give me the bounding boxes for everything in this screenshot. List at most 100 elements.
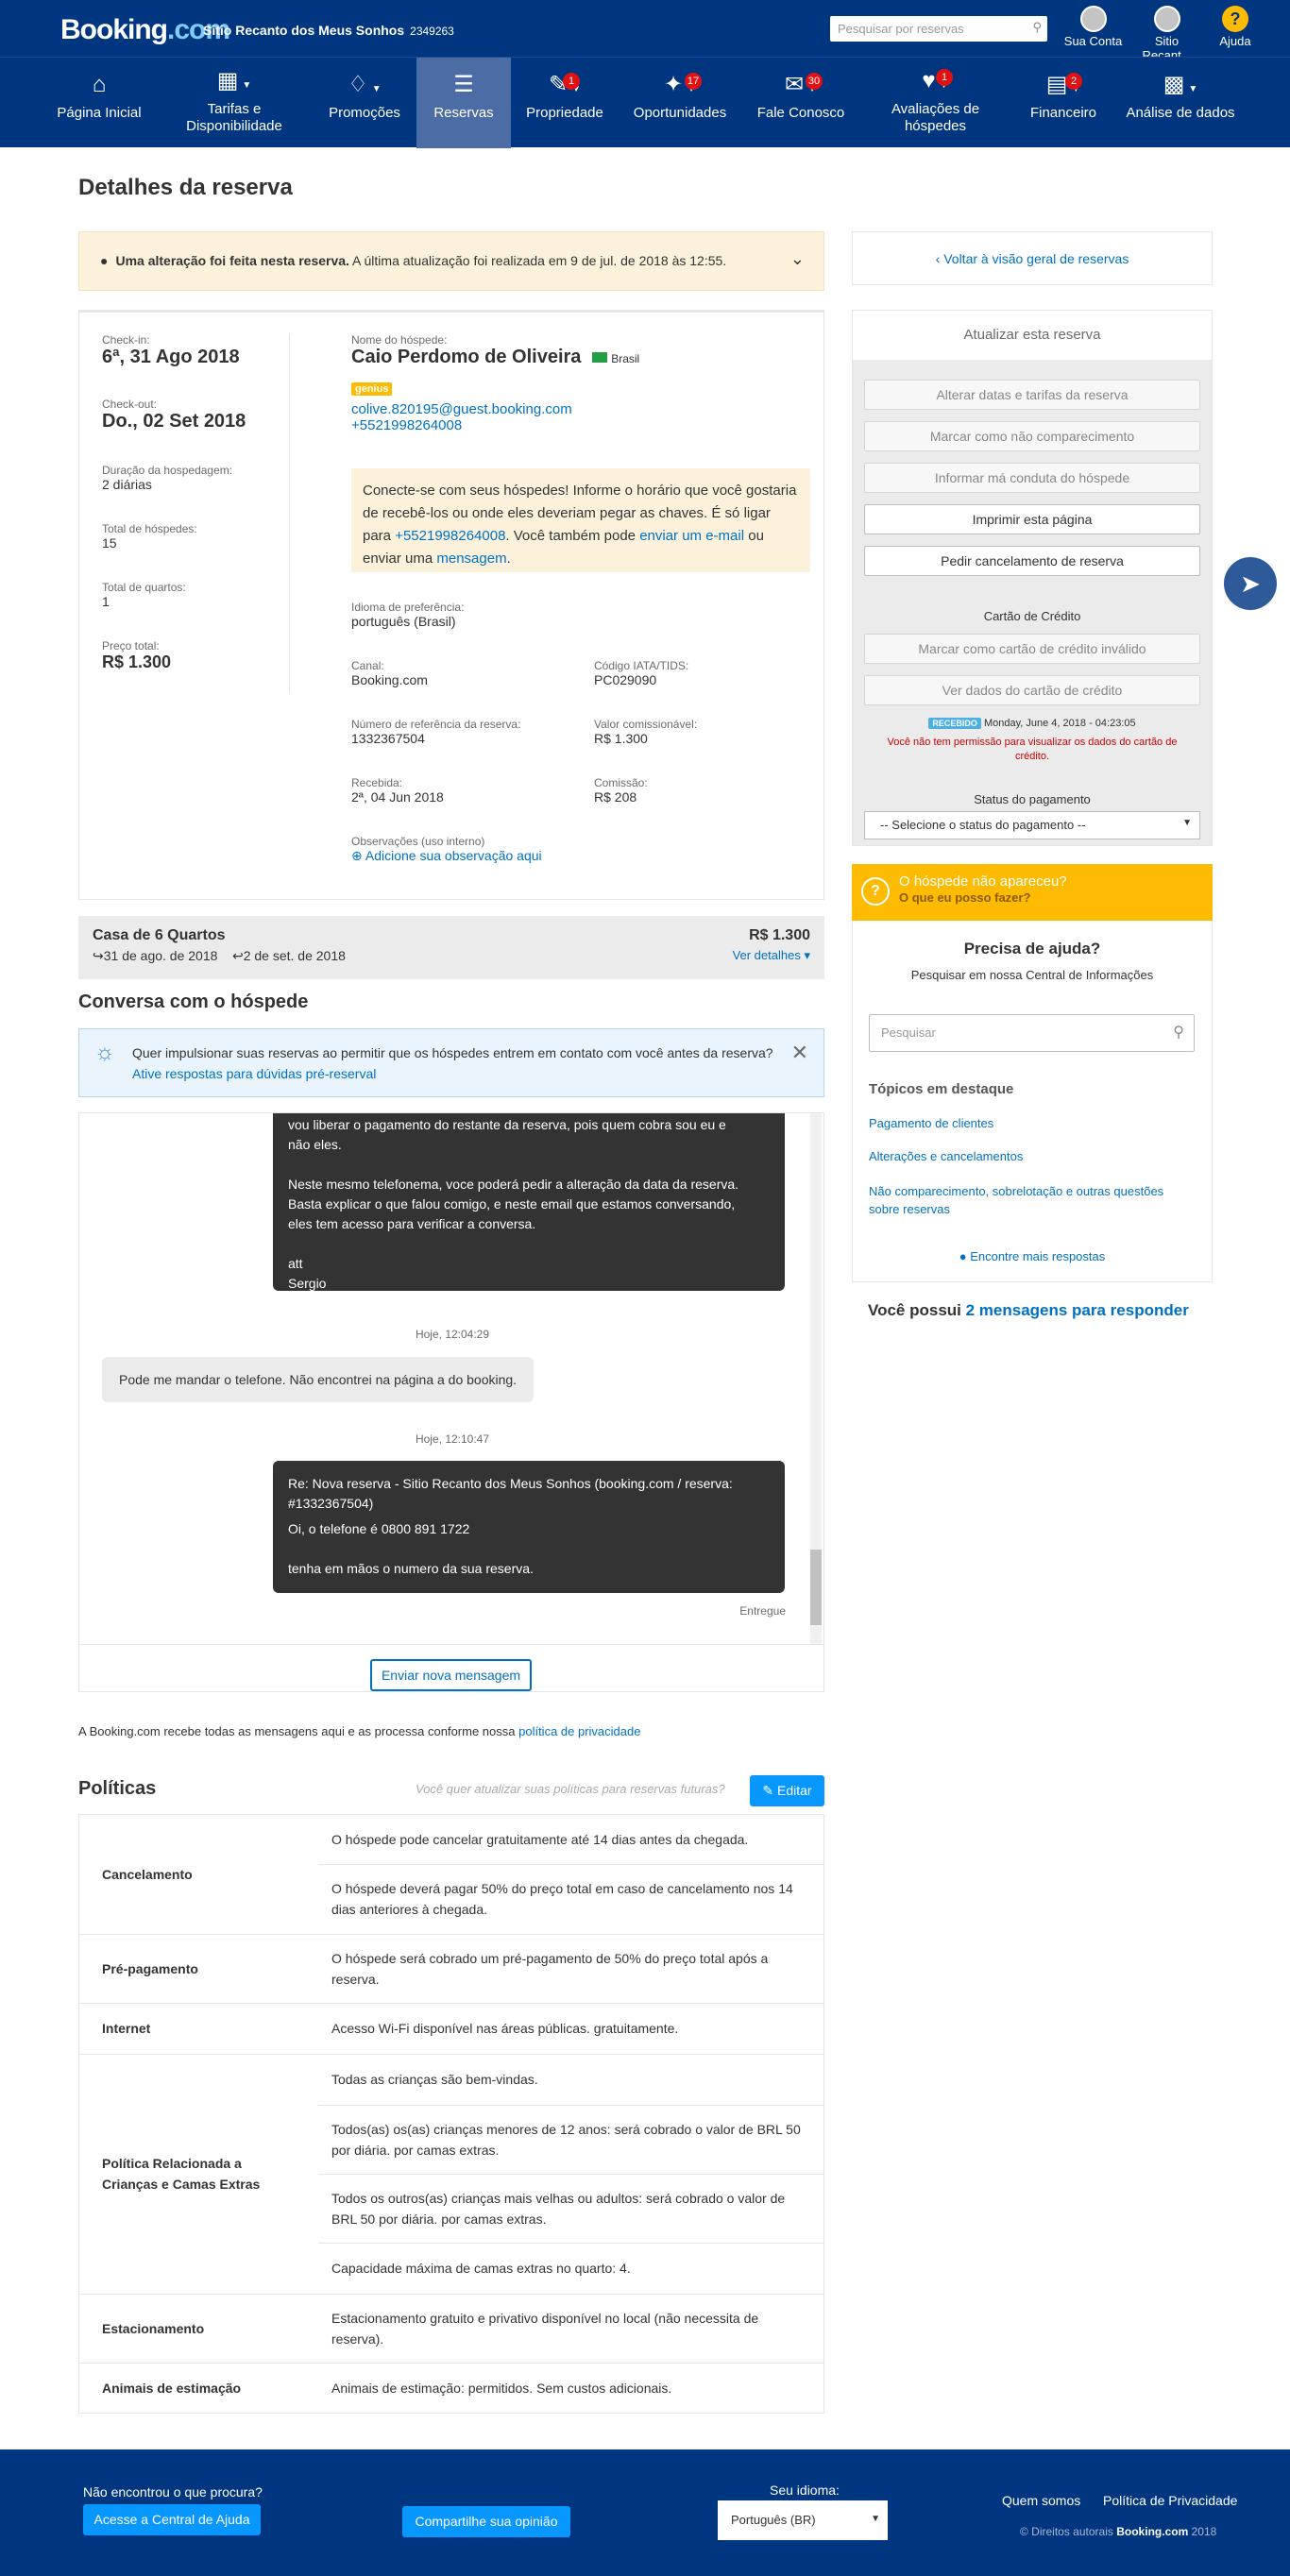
about-link[interactable]: Quem somos bbox=[1002, 2493, 1080, 2508]
reference-label: Número de referência da reserva: bbox=[351, 718, 521, 731]
commission-label: Comissão: bbox=[594, 776, 648, 789]
policy-value: Acesso Wi-Fi disponível nas áreas públic… bbox=[318, 2002, 823, 2054]
dropdown-arrow-icon: ▼ bbox=[871, 2514, 880, 2524]
print-page-button[interactable]: Imprimir esta página bbox=[864, 504, 1200, 534]
chat-scrollbar[interactable] bbox=[810, 1113, 822, 1644]
policy-value: Animais de estimação: permitidos. Sem cu… bbox=[318, 2362, 823, 2413]
room-details-link[interactable]: Ver detalhes ▾ bbox=[733, 948, 810, 963]
price-label: Preço total: bbox=[102, 639, 160, 652]
chat-thread[interactable]: vou liberar o pagamento do restante da r… bbox=[78, 1112, 824, 1645]
message-bubble: Re: Nova reserva - Sitio Recanto dos Meu… bbox=[273, 1461, 785, 1593]
view-cc-button[interactable]: Ver dados do cartão de crédito bbox=[864, 675, 1200, 705]
property-avatar-icon bbox=[1153, 6, 1180, 32]
nav-promotions[interactable]: ♢ ▼ Promoções bbox=[317, 58, 412, 148]
language-select[interactable]: Português (BR) ▼ bbox=[718, 2500, 888, 2540]
change-alert[interactable]: ● Uma alteração foi feita nesta reserva. … bbox=[78, 231, 824, 291]
more-answers-link[interactable]: ● Encontre mais respostas bbox=[853, 1249, 1212, 1263]
opportunities-badge: 17 bbox=[685, 73, 702, 90]
noshow-question: O hóspede não apareceu? bbox=[899, 873, 1067, 890]
cc-received-date: Monday, June 4, 2018 - 04:23:05 bbox=[983, 718, 1136, 729]
hotel-id: 2349263 bbox=[410, 25, 454, 38]
mark-noshow-button[interactable]: Marcar como não comparecimento bbox=[864, 421, 1200, 451]
nav-rates[interactable]: ▦ ▼ Tarifas e Disponibilidade bbox=[173, 58, 296, 148]
help-search-input[interactable]: Pesquisar ⚲ bbox=[869, 1014, 1195, 1052]
language-label: Idioma de preferência: bbox=[351, 601, 465, 614]
send-message-link[interactable]: mensagem bbox=[436, 551, 506, 567]
close-icon[interactable]: ✕ bbox=[791, 1042, 808, 1063]
privacy-note: A Booking.com recebe todas as mensagens … bbox=[78, 1724, 641, 1738]
heart-icon: ♥▼1 bbox=[876, 69, 994, 101]
nav-finance[interactable]: ▤▼2Financeiro bbox=[1016, 58, 1111, 148]
nav-home[interactable]: ⌂ Página Inicial bbox=[52, 58, 146, 148]
room-summary: Casa de 6 Quartos R$ 1.300 ↪31 de ago. d… bbox=[78, 916, 824, 979]
price-value: R$ 1.300 bbox=[102, 652, 172, 671]
send-email-link[interactable]: enviar um e-mail bbox=[639, 528, 744, 544]
divider bbox=[289, 333, 290, 692]
nav-reservations[interactable]: ☰ Reservas bbox=[416, 58, 511, 148]
chat-heading: Conversa com o hóspede bbox=[78, 991, 309, 1012]
add-note-link[interactable]: ⊕ Adicione sua observação aqui bbox=[351, 848, 542, 863]
chevron-down-icon[interactable]: ⌄ bbox=[790, 249, 805, 269]
contact-phone-link[interactable]: +5521998264008 bbox=[395, 528, 505, 544]
guest-phone-link[interactable]: +5521998264008 bbox=[351, 417, 462, 433]
share-opinion-button[interactable]: Compartilhe sua opinião bbox=[402, 2506, 570, 2537]
nav-contact[interactable]: ✉▼30Fale Conosco bbox=[749, 58, 853, 148]
help-icon: ? bbox=[1222, 6, 1248, 32]
policy-value: Estacionamento gratuito e privativo disp… bbox=[318, 2293, 823, 2363]
request-cancellation-button[interactable]: Pedir cancelamento de reserva bbox=[864, 546, 1200, 576]
rooms-value: 1 bbox=[102, 594, 110, 609]
reservation-search-input[interactable]: Pesquisar por reservas ⚲ bbox=[830, 16, 1047, 42]
lightbulb-icon: ☼ bbox=[94, 1040, 115, 1065]
table-row: Animais de estimação Animais de estimação… bbox=[79, 2362, 823, 2413]
payment-status-select[interactable]: -- Selecione o status do pagamento -- ▼ bbox=[864, 811, 1200, 839]
hotel-name: Sitio Recanto dos Meus Sonhos 2349263 bbox=[203, 23, 454, 38]
message-bubble: Pode me mandar o telefone. Não encontrei… bbox=[102, 1357, 535, 1402]
property-menu[interactable]: Sitio Recant... bbox=[1131, 6, 1202, 62]
change-dates-button[interactable]: Alterar datas e tarifas da reserva bbox=[864, 380, 1200, 410]
topic-link[interactable]: Alterações e cancelamentos bbox=[869, 1149, 1023, 1163]
iata-value: PC029090 bbox=[594, 672, 657, 687]
finance-badge: 2 bbox=[1065, 73, 1082, 90]
send-message-button[interactable]: Enviar nova mensagem bbox=[370, 1659, 532, 1691]
checkin-value: 6ª, 31 Ago 2018 bbox=[102, 347, 240, 367]
chevron-left-icon: ‹ bbox=[935, 251, 944, 266]
nav-opportunities[interactable]: ✦▼17Oportunidades bbox=[628, 58, 732, 148]
help-center-button[interactable]: Acesse a Central de Ajuda bbox=[83, 2504, 261, 2535]
nav-analytics[interactable]: ▩ ▼ Análise de dados bbox=[1119, 58, 1242, 148]
table-row: Internet Acesso Wi-Fi disponível nas área… bbox=[79, 2002, 823, 2054]
reference-value: 1332367504 bbox=[351, 731, 425, 746]
noshow-help-link[interactable]: O que eu posso fazer? bbox=[899, 890, 1030, 905]
nav-reviews[interactable]: ♥▼1Avaliações de hóspedes bbox=[876, 58, 994, 148]
question-icon: ? bbox=[861, 877, 890, 906]
pending-messages-link[interactable]: 2 mensagens para responder bbox=[966, 1301, 1189, 1319]
help-subtitle: Pesquisar em nossa Central de Informaçõe… bbox=[910, 968, 1154, 982]
privacy-policy-link[interactable]: política de privacidade bbox=[518, 1724, 640, 1738]
search-icon: ⚲ bbox=[1032, 20, 1042, 34]
table-row: Pré-pagamento O hóspede será cobrado um p… bbox=[79, 1933, 823, 2003]
edit-policies-button[interactable]: ✎ Editar bbox=[750, 1775, 824, 1806]
nav-property[interactable]: ✎ ▼ 1 Propriedade bbox=[518, 58, 612, 148]
noshow-banner: ? O hóspede não apareceu? O que eu posso… bbox=[852, 864, 1213, 921]
checkout-value: Do., 02 Set 2018 bbox=[102, 411, 246, 432]
topic-link[interactable]: Não comparecimento, sobrelotação e outra… bbox=[869, 1182, 1195, 1218]
rocket-icon[interactable]: ➤ bbox=[1224, 557, 1277, 610]
document-icon: ▤▼2 bbox=[1016, 73, 1111, 105]
home-icon: ⌂ bbox=[92, 72, 107, 97]
topic-link[interactable]: Pagamento de clientes bbox=[869, 1116, 993, 1130]
iata-label: Código IATA/TIDS: bbox=[594, 659, 689, 672]
report-misconduct-button[interactable]: Informar má conduta do hóspede bbox=[864, 463, 1200, 493]
privacy-link[interactable]: Política de Privacidade bbox=[1103, 2493, 1237, 2508]
help-panel: Precisa de ajuda? Pesquisar em nossa Cen… bbox=[852, 921, 1213, 1282]
back-to-overview[interactable]: ‹ Voltar à visão geral de reservas bbox=[852, 231, 1213, 285]
account-menu[interactable]: Sua Conta bbox=[1058, 6, 1129, 48]
payment-status-label: Status do pagamento bbox=[974, 792, 1091, 806]
guest-email-link[interactable]: colive.820195@guest.booking.com bbox=[351, 401, 572, 417]
enable-preres-link[interactable]: Ative respostas para dúvidas pré-reserva… bbox=[132, 1066, 376, 1081]
list-icon: ☰ bbox=[453, 72, 474, 97]
policy-value: O hóspede pode cancelar gratuitamente at… bbox=[331, 1831, 749, 1847]
rooms-label: Total de quartos: bbox=[102, 581, 186, 594]
help-menu[interactable]: ? Ajuda bbox=[1211, 6, 1260, 48]
copyright: © Direitos autorais Booking.com 2018 bbox=[1020, 2525, 1217, 2538]
contact-guest-box: Conecte-se com seus hóspedes! Informe o … bbox=[351, 468, 810, 572]
mark-invalid-cc-button[interactable]: Marcar como cartão de crédito inválido bbox=[864, 634, 1200, 664]
